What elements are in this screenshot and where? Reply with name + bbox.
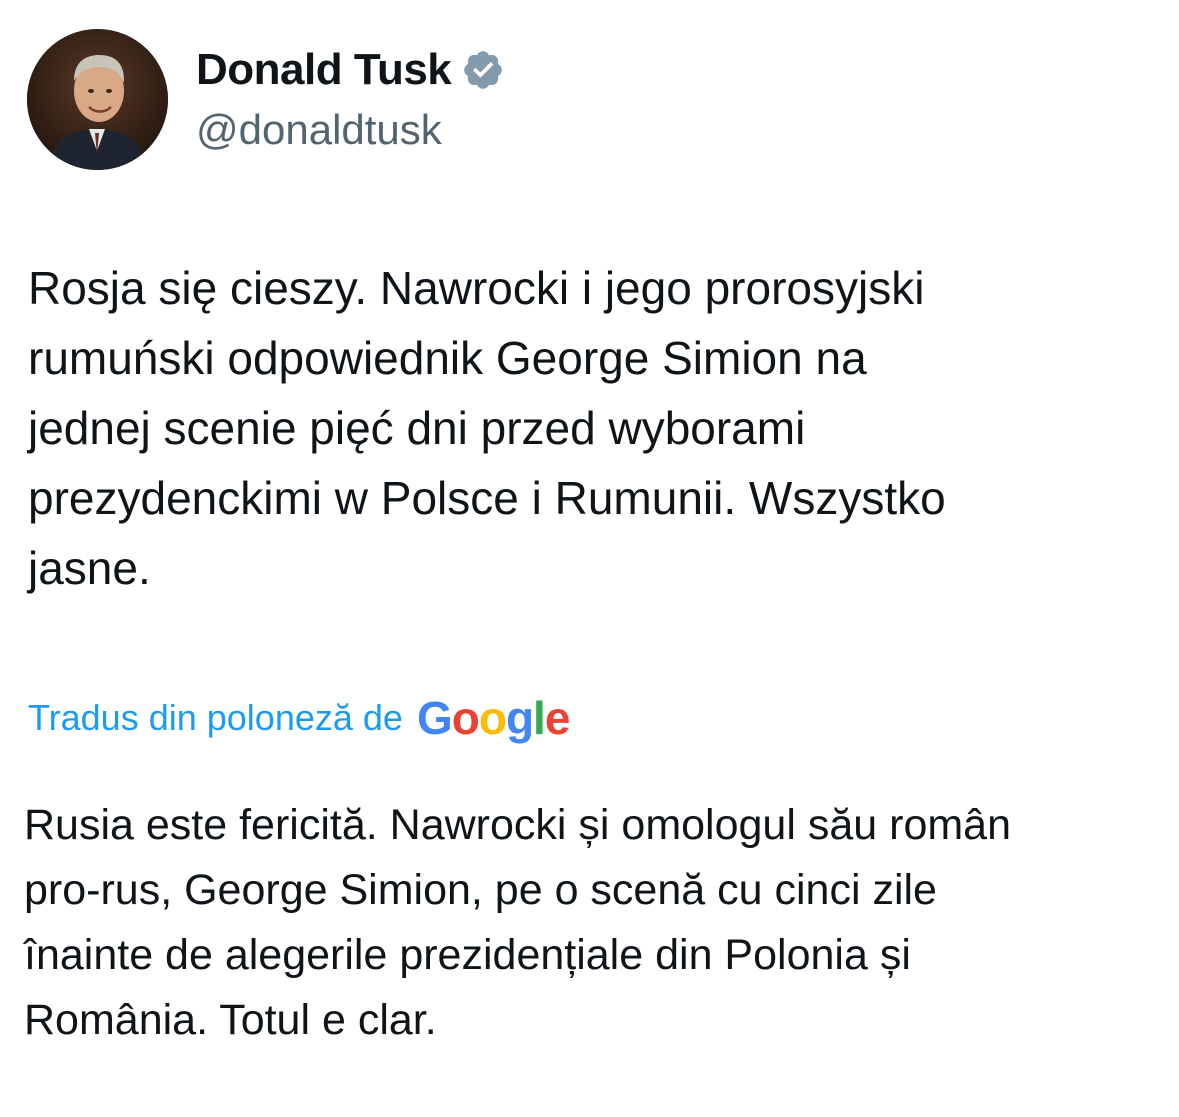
google-logo-letter: o [478,692,507,744]
tweet-text-line: rumuński odpowiednik George Simion na [28,332,867,384]
author-handle[interactable]: @donaldtusk [196,106,442,154]
tweet-text-line: prezydenckimi w Polsce i Rumunii. Wszyst… [28,472,946,524]
google-logo-letter: g [505,692,534,744]
translated-text-line: Rusia este fericită. Nawrocki și omologu… [24,801,1012,849]
translated-by-label[interactable]: Tradus din poloneză de [28,697,403,739]
author-name[interactable]: Donald Tusk [196,45,452,95]
tweet-text: Rosja się cieszy. Nawrocki i jego proros… [28,253,1148,603]
avatar[interactable] [27,29,168,170]
tweet-text-line: jasne. [28,542,151,594]
translated-text-line: înainte de alegerile prezidențiale din P… [24,931,911,979]
verified-badge-icon[interactable] [461,48,505,92]
google-logo-letter: o [451,692,480,744]
tweet-text-line: jednej scenie pięć dni przed wyborami [28,402,806,454]
tweet-card: Donald Tusk @donaldtusk Rosja się cieszy… [0,0,1179,1117]
google-logo-letter: l [533,692,546,744]
translated-text-line: România. Totul e clar. [24,996,437,1044]
avatar-photo [27,29,168,170]
translation-attribution[interactable]: Tradus din poloneză de Google [28,690,571,746]
google-logo-letter: e [544,692,571,744]
translated-text-line: pro-rus, George Simion, pe o scenă cu ci… [24,866,937,914]
tweet-text-line: Rosja się cieszy. Nawrocki i jego proros… [28,262,925,314]
google-logo: Google [416,692,571,744]
translated-text: Rusia este fericită. Nawrocki și omologu… [24,793,1154,1053]
author-name-row: Donald Tusk [196,42,505,98]
google-logo-letter: G [416,692,453,744]
